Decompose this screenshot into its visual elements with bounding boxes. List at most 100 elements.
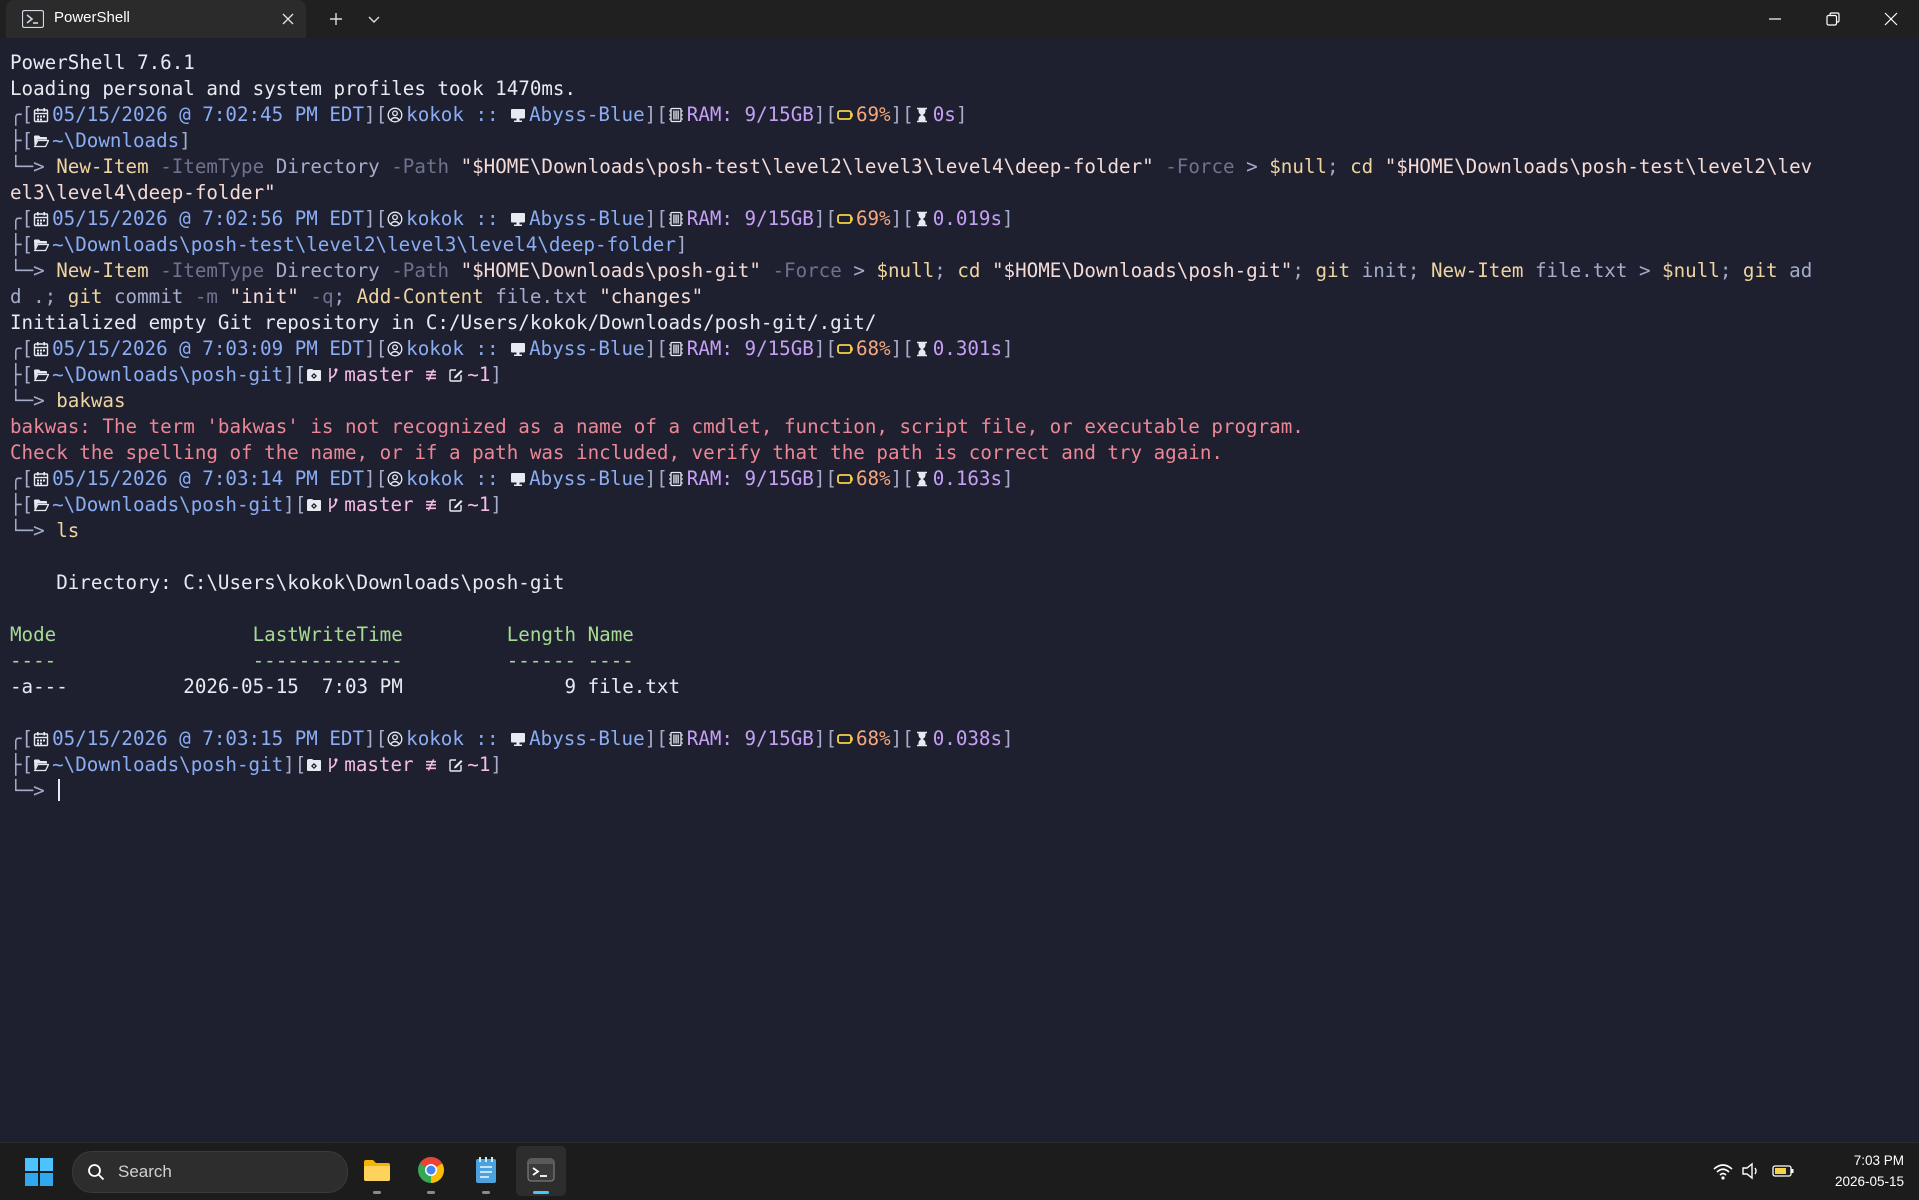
minimize-button[interactable] bbox=[1746, 0, 1804, 38]
battery-status-icon bbox=[837, 474, 853, 484]
prompt-duration: 0.163s bbox=[932, 467, 1003, 490]
output-text: d .; bbox=[10, 285, 57, 308]
command-token: > bbox=[1234, 155, 1258, 178]
git-branch: master bbox=[344, 363, 414, 386]
taskbar-app-terminal[interactable] bbox=[516, 1146, 566, 1196]
calendar-icon bbox=[33, 212, 49, 227]
prompt-bracket: [ bbox=[375, 727, 388, 750]
prompt-bracket: [ bbox=[375, 337, 388, 360]
terminal-line: Check the spelling of the name, or if a … bbox=[10, 440, 1812, 466]
taskbar-app-notepad[interactable] bbox=[461, 1146, 511, 1196]
prompt-bracket: ├[ bbox=[10, 233, 34, 256]
command-token: ; bbox=[1407, 259, 1420, 282]
wifi-icon[interactable] bbox=[1712, 1161, 1734, 1181]
hourglass-icon bbox=[916, 211, 927, 227]
prompt-separator: :: bbox=[463, 727, 511, 750]
command-token: -Force bbox=[760, 259, 842, 282]
calendar-icon bbox=[33, 108, 49, 123]
prompt-battery: 68% bbox=[855, 727, 891, 750]
command-token: "$HOME\Downloads\posh-git" bbox=[449, 259, 761, 282]
output-text: Mode LastWriteTime Length Name bbox=[10, 623, 634, 646]
command-token: git bbox=[1303, 259, 1351, 282]
prompt-ram: RAM: 9/15GB bbox=[686, 207, 814, 230]
prompt-bracket: ] bbox=[490, 363, 502, 386]
prompt-path: ~\Downloads\posh-git bbox=[52, 363, 284, 386]
prompt-bracket: ][ bbox=[644, 727, 668, 750]
output-text: Loading personal and system profiles too… bbox=[10, 77, 577, 100]
output-text: ---- ------------- ------ ---- bbox=[10, 649, 634, 672]
clock-time: 7:03 PM bbox=[1853, 1153, 1904, 1168]
command-token: $null bbox=[1257, 155, 1327, 178]
prompt-host: Abyss-Blue bbox=[529, 207, 645, 230]
search-label: Search bbox=[118, 1162, 172, 1181]
prompt-bracket: ][ bbox=[890, 337, 914, 360]
new-tab-icon[interactable] bbox=[326, 9, 346, 29]
command-token: > bbox=[841, 259, 865, 282]
app-indicator bbox=[373, 1191, 381, 1194]
prompt-bracket: ] bbox=[364, 727, 376, 750]
prompt-bracket: ├[ bbox=[10, 363, 34, 386]
close-tab-icon[interactable] bbox=[278, 9, 298, 29]
monitor-icon bbox=[511, 473, 526, 486]
hourglass-icon bbox=[916, 471, 927, 487]
prompt-bracket: ][ bbox=[644, 207, 668, 230]
prompt-bracket: ][ bbox=[813, 337, 837, 360]
prompt-bracket: ][ bbox=[813, 103, 837, 126]
prompt-host: Abyss-Blue bbox=[529, 103, 645, 126]
terminal-line: ├[~\Downloads\posh-git][master ≢ ~1] bbox=[10, 492, 1812, 518]
chevron-down-icon[interactable] bbox=[364, 9, 384, 29]
prompt-bracket: ├[ bbox=[10, 753, 34, 776]
windows-start-icon[interactable] bbox=[24, 1157, 54, 1187]
git-branch-icon bbox=[329, 758, 338, 772]
prompt-user: kokok bbox=[406, 467, 464, 490]
text-cursor[interactable] bbox=[58, 779, 61, 801]
battery-icon[interactable] bbox=[1772, 1161, 1794, 1181]
memory-icon bbox=[668, 211, 683, 227]
command-token: New-Item bbox=[56, 155, 149, 178]
git-changes: ~1 bbox=[467, 363, 491, 386]
taskbar-app-chrome[interactable] bbox=[406, 1146, 456, 1196]
prompt-bracket: ] bbox=[1002, 727, 1014, 750]
volume-icon[interactable] bbox=[1740, 1161, 1762, 1181]
prompt-duration: 0.019s bbox=[932, 207, 1003, 230]
prompt-host: Abyss-Blue bbox=[529, 337, 645, 360]
battery-status-icon bbox=[837, 110, 853, 120]
output-text: Directory: C:\Users\kokok\Downloads\posh… bbox=[10, 571, 565, 594]
git-repo-icon bbox=[307, 759, 322, 771]
output-text: Initialized empty Git repository in C:/U… bbox=[10, 311, 877, 334]
terminal-line: bakwas: The term 'bakwas' is not recogni… bbox=[10, 414, 1812, 440]
git-changes-icon bbox=[449, 759, 463, 772]
prompt-bracket: [ bbox=[375, 103, 388, 126]
close-button[interactable] bbox=[1862, 0, 1919, 38]
output-text: Add-Content bbox=[345, 285, 484, 308]
git-branch-icon bbox=[329, 498, 338, 512]
prompt-separator: :: bbox=[463, 103, 511, 126]
command-token: cd bbox=[945, 259, 981, 282]
tab-powershell[interactable]: PowerShell bbox=[6, 0, 306, 38]
git-branch-icon bbox=[329, 368, 338, 382]
powershell-icon bbox=[22, 10, 44, 28]
command-token: New-Item bbox=[1419, 259, 1524, 282]
prompt-ram: RAM: 9/15GB bbox=[686, 467, 814, 490]
taskbar-search-box[interactable]: Search bbox=[72, 1151, 348, 1193]
taskbar-app-file-explorer[interactable] bbox=[352, 1146, 402, 1196]
command-token: cd bbox=[1338, 155, 1374, 178]
prompt-arrow: └─> bbox=[10, 389, 57, 412]
prompt-battery: 69% bbox=[855, 103, 891, 126]
terminal-output[interactable]: PowerShell 7.6.1 Loading personal and sys… bbox=[0, 38, 1919, 1142]
taskbar-clock[interactable]: 7:03 PM 2026-05-15 bbox=[1808, 1150, 1904, 1192]
search-icon bbox=[88, 1164, 105, 1181]
command-token: -Path bbox=[379, 259, 450, 282]
output-text: -m bbox=[183, 285, 218, 308]
user-icon bbox=[387, 731, 403, 747]
prompt-separator: :: bbox=[463, 337, 511, 360]
prompt-bracket: ] bbox=[675, 233, 688, 256]
restore-button[interactable] bbox=[1804, 0, 1862, 38]
user-icon bbox=[387, 107, 403, 123]
prompt-path: ~\Downloads\posh-git bbox=[52, 493, 284, 516]
memory-icon bbox=[668, 471, 683, 487]
